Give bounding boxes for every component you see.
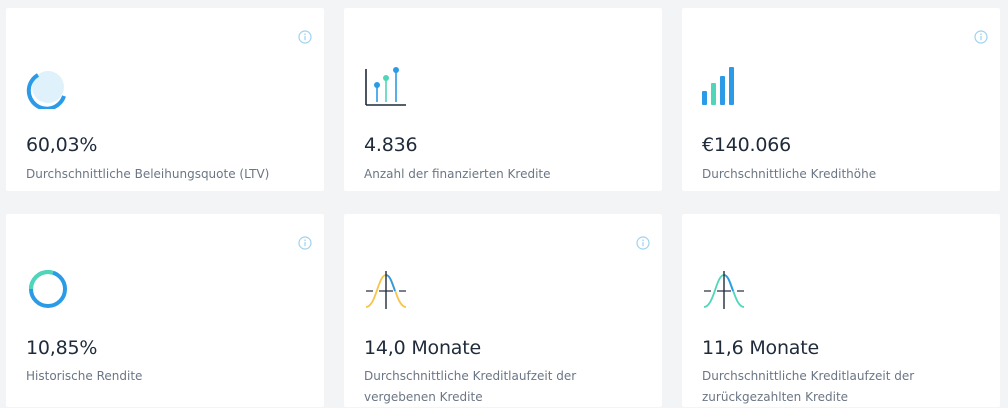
term-repaid-label: Durchschnittliche Kreditlaufzeit der zur… <box>702 369 915 404</box>
info-icon[interactable] <box>298 236 312 250</box>
avg-amount-value: €140.066 <box>702 134 792 156</box>
ltv-label: Durchschnittliche Beleihungsquote (LTV) <box>26 167 270 181</box>
avg-amount-label: Durchschnittliche Kredithöhe <box>702 167 877 181</box>
stat-card-ltv: 60,03% Durchschnittliche Beleihungsquote… <box>6 8 324 191</box>
bell-curve-icon <box>703 271 745 309</box>
info-icon[interactable] <box>636 236 650 250</box>
donut-chart-icon <box>29 270 67 308</box>
loan-count-label: Anzahl der finanzierten Kredite <box>364 167 551 181</box>
info-icon[interactable] <box>974 30 988 44</box>
ltv-value: 60,03% <box>26 134 98 156</box>
ring-gauge-icon <box>26 71 66 109</box>
stat-card-term-issued: 14,0 Monate Durchschnittliche Kreditlauf… <box>344 214 662 407</box>
stat-card-loan-count: 4.836 Anzahl der finanzierten Kredite <box>344 8 662 191</box>
loan-count-value: 4.836 <box>364 134 418 156</box>
term-issued-value: 14,0 Monate <box>364 337 481 359</box>
bell-curve-icon <box>365 271 407 309</box>
term-issued-label: Durchschnittliche Kreditlaufzeit der ver… <box>364 369 577 404</box>
stat-card-term-repaid: 11,6 Monate Durchschnittliche Kreditlauf… <box>682 214 1000 407</box>
lollipop-chart-icon <box>365 67 406 106</box>
stat-card-return: 10,85% Historische Rendite <box>6 214 324 407</box>
info-icon[interactable] <box>298 30 312 44</box>
term-repaid-value: 11,6 Monate <box>702 337 819 359</box>
stat-card-avg-amount: €140.066 Durchschnittliche Kredithöhe <box>682 8 1000 191</box>
bar-chart-icon <box>702 67 734 105</box>
return-value: 10,85% <box>26 337 98 359</box>
return-label: Historische Rendite <box>26 369 143 383</box>
